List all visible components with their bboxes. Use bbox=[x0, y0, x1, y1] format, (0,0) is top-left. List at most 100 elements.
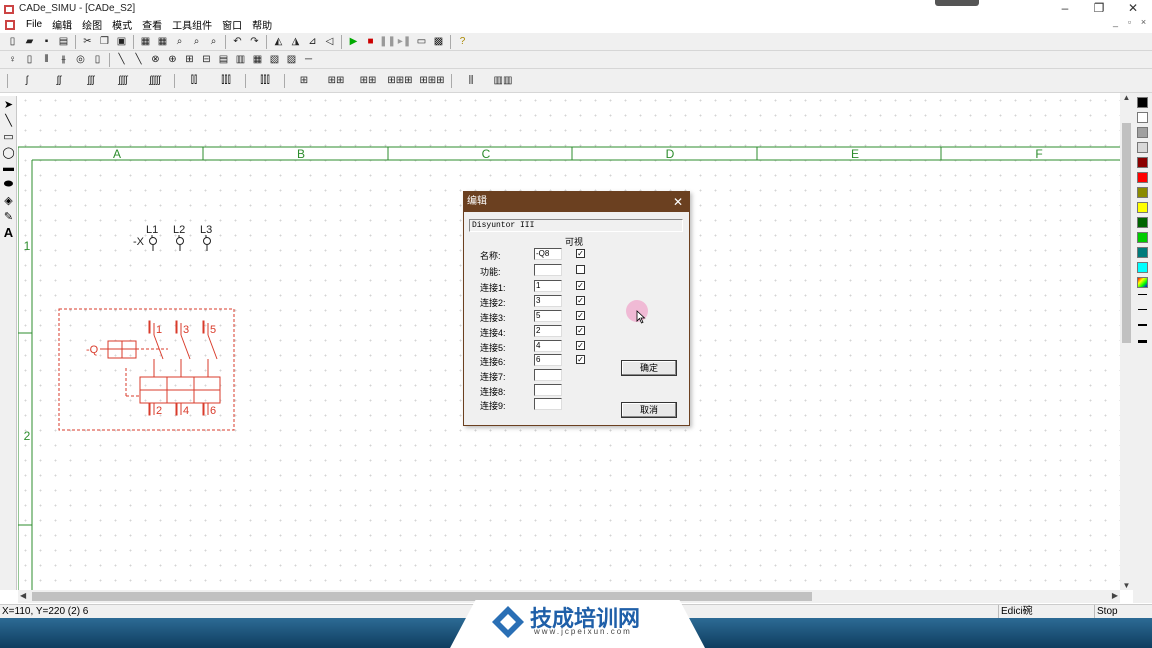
breaker-block-icon[interactable]: ⫿⫿⫿ bbox=[249, 73, 281, 89]
menu-window[interactable]: 窗口 bbox=[217, 17, 247, 32]
minimize-button[interactable]: – bbox=[1048, 0, 1082, 17]
ellipse-tool-icon[interactable]: ◯ bbox=[0, 144, 17, 160]
junction-icon[interactable]: ⊞ bbox=[181, 52, 198, 68]
line-width-2-icon[interactable] bbox=[1138, 309, 1147, 310]
step-icon[interactable]: ▸❚ bbox=[396, 34, 413, 50]
transformer-icon[interactable]: ◎ bbox=[72, 52, 89, 68]
disconnector-icon[interactable]: ⫼ bbox=[455, 73, 487, 89]
fuse-icon[interactable]: ▯ bbox=[21, 52, 38, 68]
connection5-input[interactable]: 4 bbox=[534, 340, 562, 352]
contact-3p-icon[interactable]: ʃʃʃ bbox=[75, 73, 107, 89]
color-swatch-cyan[interactable] bbox=[1137, 262, 1148, 273]
window-icon[interactable]: ▭ bbox=[413, 34, 430, 50]
find-icon[interactable]: ⌕ bbox=[205, 34, 222, 50]
color-swatch-custom[interactable] bbox=[1137, 277, 1148, 288]
connection5-visible-checkbox[interactable]: ✓ bbox=[576, 341, 585, 350]
connection7-input[interactable] bbox=[534, 369, 562, 381]
mirror-icon[interactable]: ⊿ bbox=[304, 34, 321, 50]
copy-icon[interactable]: ❐ bbox=[96, 34, 113, 50]
contact-1p-icon[interactable]: ʃ bbox=[11, 73, 43, 89]
relay-icon[interactable]: ▤ bbox=[215, 52, 232, 68]
color-swatch-yellow[interactable] bbox=[1137, 202, 1148, 213]
fuse-double-icon[interactable]: ⫴ bbox=[38, 52, 55, 68]
motor-breaker-1-icon[interactable]: ⊞ bbox=[288, 73, 320, 89]
close-window-button[interactable]: ✕ bbox=[1116, 0, 1150, 17]
connection3-visible-checkbox[interactable]: ✓ bbox=[576, 311, 585, 320]
menu-view[interactable]: 查看 bbox=[137, 17, 167, 32]
connection1-visible-checkbox[interactable]: ✓ bbox=[576, 281, 585, 290]
connection1-input[interactable]: 1 bbox=[534, 280, 562, 292]
connection6-input[interactable]: 6 bbox=[534, 354, 562, 366]
open-folder-icon[interactable]: ▰ bbox=[21, 34, 38, 50]
line-width-4-icon[interactable] bbox=[1138, 340, 1147, 343]
color-swatch-darkgreen[interactable] bbox=[1137, 217, 1148, 228]
connection4-visible-checkbox[interactable]: ✓ bbox=[576, 326, 585, 335]
motor-breaker-2-icon[interactable]: ⊞⊞ bbox=[320, 73, 352, 89]
connection6-visible-checkbox[interactable]: ✓ bbox=[576, 355, 585, 364]
connection8-input[interactable] bbox=[534, 384, 562, 396]
zoom-icon[interactable]: ⌕ bbox=[171, 34, 188, 50]
wire-icon[interactable]: ─ bbox=[300, 52, 317, 68]
rectangle-tool-icon[interactable]: ▭ bbox=[0, 128, 17, 144]
connection4-input[interactable]: 2 bbox=[534, 325, 562, 337]
motor-breaker-4-icon[interactable]: ⊞⊞⊞ bbox=[384, 73, 416, 89]
color-swatch-white[interactable] bbox=[1137, 112, 1148, 123]
battery-icon[interactable]: ▯ bbox=[89, 52, 106, 68]
color-swatch-lightgray[interactable] bbox=[1137, 142, 1148, 153]
pause-icon[interactable]: ❚❚ bbox=[379, 34, 396, 50]
supply-terminal-block[interactable]: -X L1 L2 L3 bbox=[133, 224, 212, 251]
function-visible-checkbox[interactable] bbox=[576, 265, 585, 274]
scroll-right-icon[interactable]: ▶ bbox=[1112, 591, 1118, 600]
vertical-scrollbar[interactable]: ▲ ▼ bbox=[1120, 93, 1133, 590]
redo-icon[interactable]: ↷ bbox=[246, 34, 263, 50]
text-tool-icon[interactable]: A bbox=[0, 224, 17, 240]
connection2-input[interactable]: 3 bbox=[534, 295, 562, 307]
print-icon[interactable]: ▤ bbox=[55, 34, 72, 50]
connection3-input[interactable]: 5 bbox=[534, 310, 562, 322]
cut-icon[interactable]: ✂ bbox=[79, 34, 96, 50]
color-swatch-teal[interactable] bbox=[1137, 247, 1148, 258]
connection9-input[interactable] bbox=[534, 398, 562, 410]
grid-icon[interactable]: ▩ bbox=[430, 34, 447, 50]
line-width-3-icon[interactable] bbox=[1138, 324, 1147, 326]
stop-icon[interactable]: ■ bbox=[362, 34, 379, 50]
new-file-icon[interactable]: ▯ bbox=[4, 34, 21, 50]
coil-icon[interactable]: ▨ bbox=[283, 52, 300, 68]
motor-breaker-5-icon[interactable]: ⊞⊞⊞ bbox=[416, 73, 448, 89]
restore-button[interactable]: ❐ bbox=[1082, 0, 1116, 17]
menu-draw[interactable]: 绘图 bbox=[77, 17, 107, 32]
color-swatch-red[interactable] bbox=[1137, 172, 1148, 183]
scroll-down-icon[interactable]: ▼ bbox=[1120, 581, 1133, 590]
contact-4p-icon[interactable]: ʃʃʃʃ bbox=[107, 73, 139, 89]
play-icon[interactable]: ▶ bbox=[345, 34, 362, 50]
switch-icon[interactable]: ╲ bbox=[113, 52, 130, 68]
scroll-left-icon[interactable]: ◀ bbox=[20, 591, 26, 600]
breaker-2p-icon[interactable]: ⫿⫿ bbox=[178, 73, 210, 89]
fuse-triple-icon[interactable]: ⫵ bbox=[55, 52, 72, 68]
zoom-page-icon[interactable]: ⌕ bbox=[188, 34, 205, 50]
mdi-close-button[interactable]: × bbox=[1136, 17, 1151, 27]
mdi-minimize-button[interactable]: _ bbox=[1108, 17, 1123, 27]
motor-breaker-3-icon[interactable]: ⊞⊞ bbox=[352, 73, 384, 89]
name-visible-checkbox[interactable]: ✓ bbox=[576, 249, 585, 258]
contact-icon[interactable]: ▧ bbox=[266, 52, 283, 68]
node-icon[interactable]: ⊕ bbox=[164, 52, 181, 68]
paste-icon[interactable]: ▣ bbox=[113, 34, 130, 50]
flip-icon[interactable]: ◁ bbox=[321, 34, 338, 50]
pen-color-icon[interactable]: ✎ bbox=[0, 208, 17, 224]
line-tool-icon[interactable]: ╲ bbox=[0, 112, 17, 128]
menu-mode[interactable]: 模式 bbox=[107, 17, 137, 32]
help-icon[interactable]: ? bbox=[454, 34, 471, 50]
menu-edit[interactable]: 编辑 bbox=[47, 17, 77, 32]
rotate-back-icon[interactable]: ◮ bbox=[287, 34, 304, 50]
color-swatch-gray[interactable] bbox=[1137, 127, 1148, 138]
filled-rectangle-icon[interactable]: ▬ bbox=[0, 160, 17, 176]
breaker-3p-icon[interactable]: ⫿⫿⫿ bbox=[210, 73, 242, 89]
print-setup-icon[interactable]: ▦ bbox=[154, 34, 171, 50]
color-swatch-darkred[interactable] bbox=[1137, 157, 1148, 168]
print-preview-icon[interactable]: ▦ bbox=[137, 34, 154, 50]
color-swatch-green[interactable] bbox=[1137, 232, 1148, 243]
fill-bucket-icon[interactable]: ◈ bbox=[0, 192, 17, 208]
undo-icon[interactable]: ↶ bbox=[229, 34, 246, 50]
save-icon[interactable]: ▪ bbox=[38, 34, 55, 50]
